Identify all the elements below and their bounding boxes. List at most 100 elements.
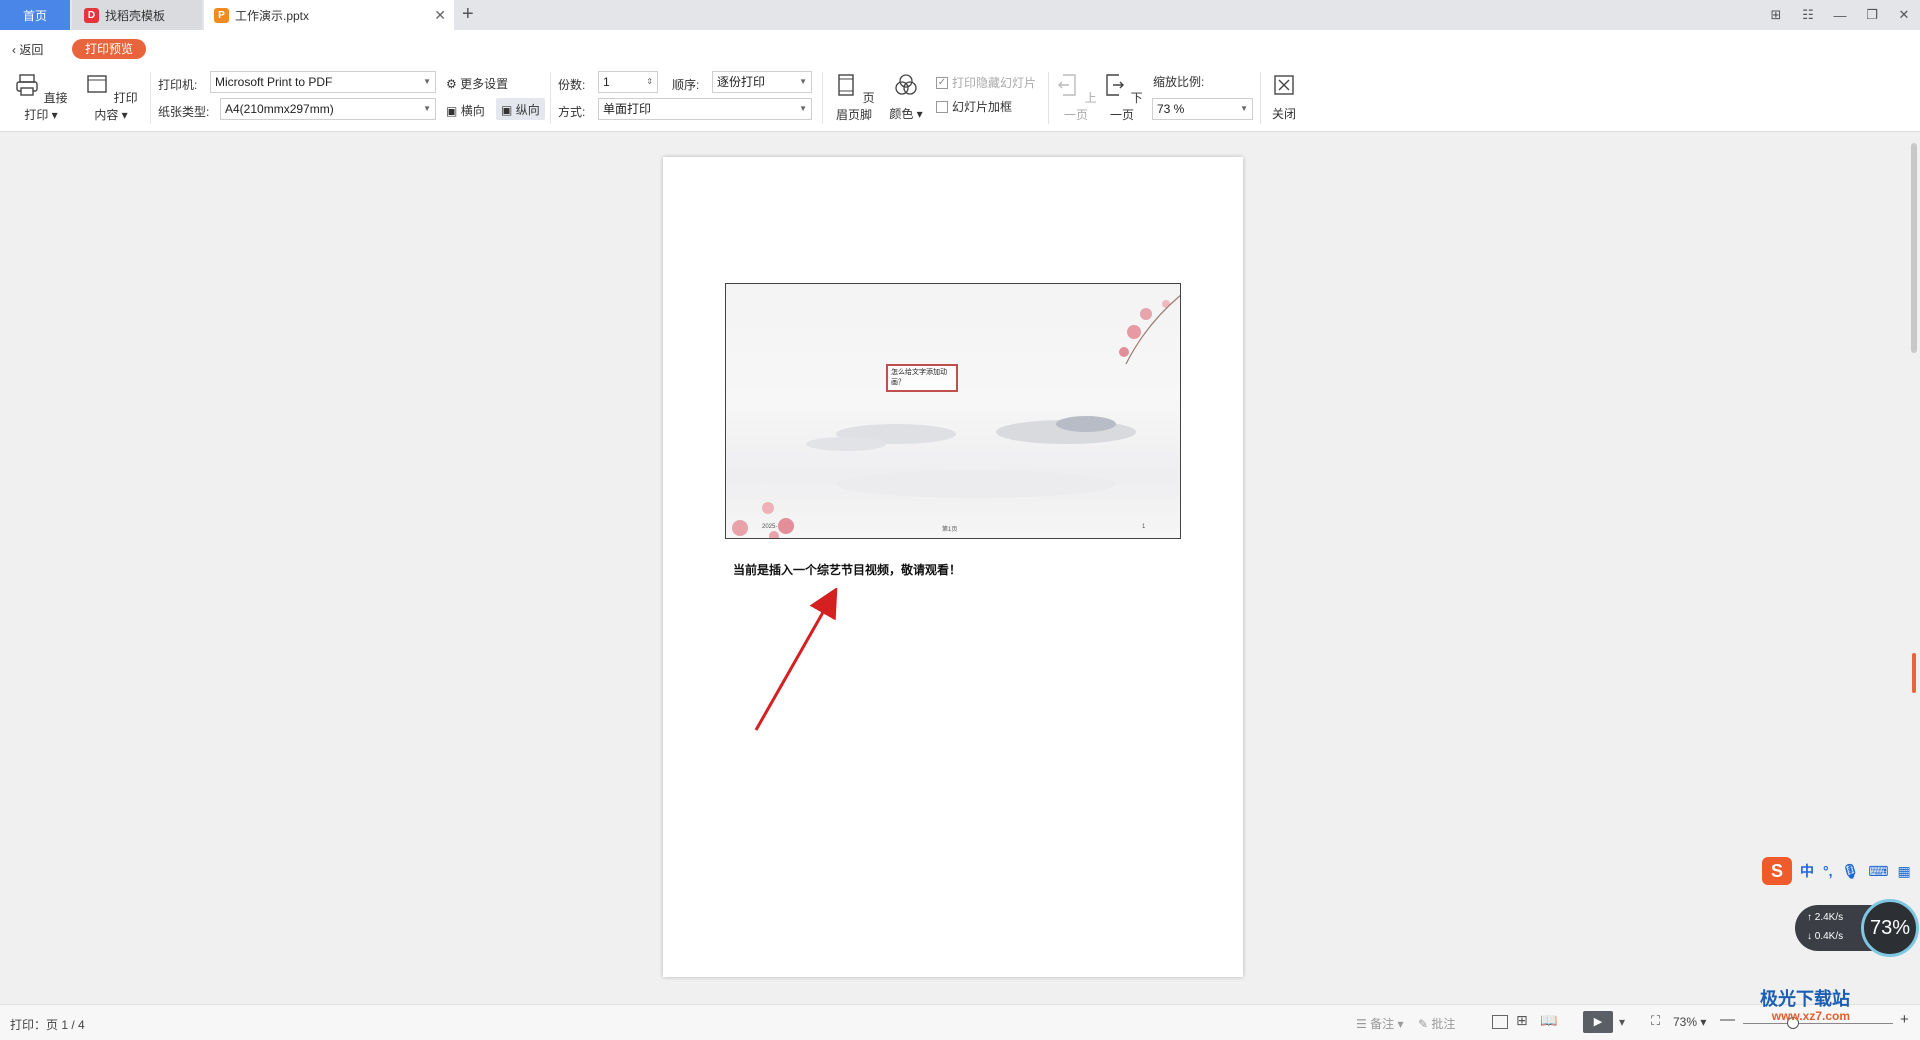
scroll-position-marker: [1912, 653, 1916, 693]
print-page-info: 打印：页 1 / 4: [10, 1018, 85, 1032]
method-select[interactable]: 单面打印 ▼: [598, 98, 812, 120]
print-content-button[interactable]: 打印内容 ▾: [80, 72, 142, 123]
tab-document[interactable]: P 工作演示.pptx ✕: [204, 0, 454, 30]
restore-icon[interactable]: ❐: [1856, 7, 1888, 23]
stepper-icon[interactable]: ⇕: [646, 72, 653, 92]
paper-type-label: 纸张类型:: [158, 105, 210, 119]
checkbox-checked-icon: ✓: [936, 76, 948, 89]
punctuation-icon[interactable]: °,: [1823, 863, 1833, 879]
close-icon: [1274, 75, 1294, 95]
annotation-arrow: [754, 588, 838, 731]
apps-icon[interactable]: ☷: [1792, 7, 1824, 23]
minimize-icon[interactable]: —: [1824, 8, 1856, 23]
sogou-logo-icon[interactable]: S: [1762, 857, 1792, 885]
ime-toolbar: S 中 °, 🎙 ⌨ ▦: [1762, 855, 1920, 887]
tab-template[interactable]: D 找稻壳模板: [72, 0, 202, 30]
slide-sorter-icon[interactable]: ⊞: [1516, 1012, 1528, 1029]
paper-type-select[interactable]: A4(210mmx297mm) ▼: [220, 98, 436, 120]
status-zoom-value[interactable]: 73% ▾: [1673, 1015, 1706, 1029]
notes-button[interactable]: ☰ 备注 ▾: [1356, 1015, 1403, 1032]
microphone-icon[interactable]: 🎙: [1842, 863, 1860, 880]
layout-icon[interactable]: ⊞: [1760, 7, 1792, 23]
toolbar-divider: [150, 72, 151, 124]
close-window-icon[interactable]: ✕: [1888, 7, 1920, 23]
zoom-in-icon[interactable]: +: [1900, 1011, 1909, 1028]
back-button[interactable]: ‹ 返回: [12, 41, 43, 58]
print-preview-toolbar: ‹ 返回 打印预览 直接打印 ▾ 打印内容 ▾ 打印机: Microsoft P…: [0, 30, 1920, 132]
network-speed-widget[interactable]: ↑ 2.4K/s ↓ 0.4K/s 73%: [1795, 899, 1919, 957]
download-speed: ↓ 0.4K/s: [1807, 931, 1844, 942]
zoom-out-icon[interactable]: —: [1720, 1011, 1735, 1028]
status-zoom-label: 73%: [1673, 1015, 1698, 1029]
presentation-icon: P: [214, 7, 229, 23]
scrollbar-thumb[interactable]: [1911, 143, 1917, 353]
prev-page-button[interactable]: 上一页: [1054, 72, 1098, 123]
zoom-value: 73 %: [1157, 102, 1185, 116]
reading-view-icon[interactable]: 📖: [1540, 1012, 1557, 1029]
slide-artwork: [732, 294, 1180, 538]
portrait-label: 纵向: [515, 103, 540, 117]
next-page-button[interactable]: 下一页: [1100, 72, 1144, 123]
preview-workspace[interactable]: 怎么给文字添加动画？ 2025- 第1页 1 当前是插入一个综艺节目视频，敬请观…: [0, 133, 1920, 1003]
landscape-button[interactable]: ▣ 横向: [446, 102, 485, 119]
normal-view-icon[interactable]: [1492, 1015, 1508, 1029]
toolbar-divider: [1260, 72, 1261, 124]
slide-frame-label: 幻灯片加框: [952, 100, 1013, 114]
method-label: 方式:: [558, 105, 586, 119]
copies-label: 份数:: [558, 78, 586, 92]
play-slideshow-button[interactable]: ▶: [1583, 1011, 1613, 1033]
more-settings-label: 更多设置: [460, 77, 509, 91]
method-value: 单面打印: [603, 102, 652, 116]
prev-page-icon: [1058, 74, 1077, 96]
color-button[interactable]: 颜色 ▾: [886, 72, 926, 122]
ime-mode-toggle[interactable]: 中: [1800, 861, 1814, 881]
toolbox-icon[interactable]: ▦: [1898, 863, 1911, 880]
more-settings-button[interactable]: ⚙ 更多设置: [446, 75, 508, 92]
add-tab-icon[interactable]: +: [462, 3, 474, 26]
header-footer-button[interactable]: 页眉页脚: [828, 72, 880, 123]
color-label: 颜色: [889, 107, 914, 121]
paper-type-value: A4(210mmx297mm): [225, 102, 334, 116]
close-tab-icon[interactable]: ✕: [434, 7, 446, 24]
order-select[interactable]: 逐份打印 ▼: [712, 71, 812, 93]
header-footer-icon: [838, 74, 855, 96]
checkbox-empty-icon: [936, 100, 948, 113]
site-watermark: 极光下载站 www.xz7.com: [1760, 985, 1850, 1023]
printer-icon: [16, 74, 39, 96]
print-preview-badge: 打印预览: [72, 39, 147, 59]
printer-select[interactable]: Microsoft Print to PDF ▼: [210, 71, 436, 93]
upload-speed: ↑ 2.4K/s: [1807, 912, 1844, 923]
comments-label: 批注: [1431, 1017, 1456, 1031]
play-options-icon[interactable]: ▾: [1619, 1015, 1625, 1029]
toolbar-divider: [1048, 72, 1049, 124]
notes-label: 备注: [1370, 1017, 1395, 1031]
printer-value: Microsoft Print to PDF: [215, 75, 333, 89]
zoom-label: 缩放比例:: [1153, 75, 1205, 89]
portrait-button[interactable]: ▣ 纵向: [496, 98, 545, 120]
chevron-down-icon: ▼: [1240, 104, 1248, 113]
slide-frame-checkbox[interactable]: 幻灯片加框: [936, 98, 1012, 115]
printer-label: 打印机:: [158, 78, 198, 92]
print-content-icon: [87, 75, 108, 93]
direct-print-button[interactable]: 直接打印 ▾: [12, 72, 70, 123]
tab-home-label: 首页: [22, 8, 47, 23]
fit-window-icon[interactable]: ⛶: [1651, 1013, 1660, 1029]
print-hidden-slides-checkbox[interactable]: ✓ 打印隐藏幻灯片: [936, 74, 1036, 91]
copies-stepper[interactable]: 1 ⇕: [598, 71, 658, 93]
tab-document-label: 工作演示.pptx: [235, 8, 310, 23]
comment-icon: ✎: [1418, 1017, 1429, 1031]
order-value: 逐份打印: [717, 75, 766, 89]
zoom-select[interactable]: 73 % ▼: [1152, 98, 1253, 120]
slide-date: 2025-: [762, 524, 778, 530]
tab-bar: 首页 D 找稻壳模板 P 工作演示.pptx ✕ + ⊞ ☷ — ❐ ✕: [0, 0, 1920, 30]
print-page: 怎么给文字添加动画？ 2025- 第1页 1 当前是插入一个综艺节目视频，敬请观…: [663, 157, 1243, 977]
zoom-slider[interactable]: [1743, 1023, 1893, 1024]
tab-home[interactable]: 首页: [0, 0, 70, 30]
chevron-down-icon: ▼: [799, 104, 807, 113]
chevron-down-icon: ▼: [423, 104, 431, 113]
window-controls: ⊞ ☷ — ❐ ✕: [1760, 0, 1920, 30]
comments-button[interactable]: ✎ 批注: [1418, 1015, 1455, 1032]
slide-caption: 当前是插入一个综艺节目视频，敬请观看！: [733, 563, 962, 577]
keyboard-icon[interactable]: ⌨: [1868, 863, 1888, 880]
close-preview-button[interactable]: 关闭: [1266, 72, 1302, 122]
